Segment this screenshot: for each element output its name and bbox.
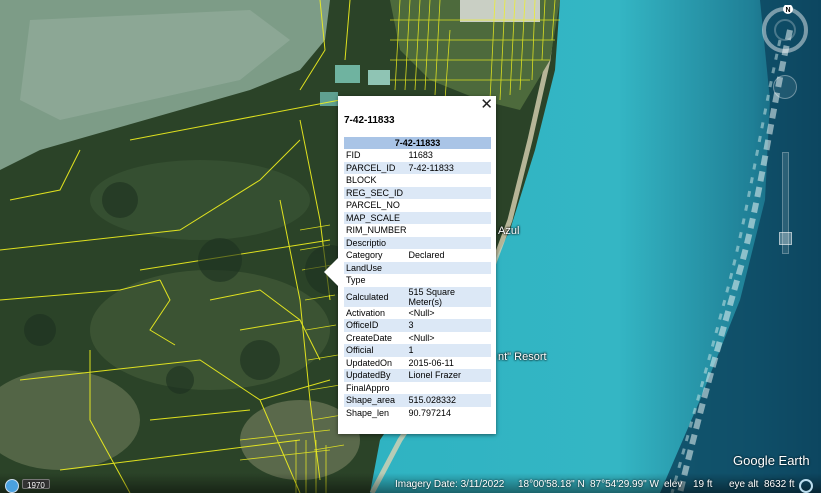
attr-key: Category bbox=[346, 250, 383, 261]
attr-value bbox=[407, 224, 491, 237]
attr-key: Activation bbox=[346, 307, 386, 318]
elevation-label: elev bbox=[664, 479, 683, 490]
feature-info-popup: ✕ 7-42-11833 7-42-11833 FID 11683 PARCEL_… bbox=[324, 96, 496, 434]
attr-value bbox=[406, 186, 491, 199]
attr-key: Descriptio bbox=[344, 236, 407, 249]
close-icon[interactable]: ✕ bbox=[480, 96, 493, 114]
attr-value: 7-42-11833 bbox=[406, 161, 491, 174]
attr-key: FinalAppro bbox=[346, 382, 390, 393]
historical-imagery-icon[interactable] bbox=[5, 479, 19, 493]
attribute-table-header: 7-42-11833 bbox=[344, 137, 491, 149]
zoom-slider-handle[interactable] bbox=[779, 232, 792, 245]
tour-indicator-icon[interactable] bbox=[799, 479, 813, 493]
longitude-readout: 87°54'29.99" W bbox=[590, 479, 659, 490]
elevation-value: 19 ft bbox=[693, 479, 713, 490]
status-bar: 1970 Imagery Date: 3/11/2022 18°00'58.18… bbox=[0, 473, 821, 493]
attr-value bbox=[407, 199, 491, 212]
compass-control[interactable]: N bbox=[760, 5, 810, 55]
attr-value: 11683 bbox=[408, 150, 433, 161]
eye-altitude-value: 8632 ft bbox=[764, 479, 795, 490]
look-joystick[interactable] bbox=[773, 75, 797, 99]
attr-value bbox=[407, 274, 491, 287]
attribute-table: 7-42-11833 FID 11683 PARCEL_ID 7-42-11833 … bbox=[344, 137, 491, 419]
place-label-azul: Azul bbox=[498, 225, 520, 237]
attr-value bbox=[406, 261, 491, 274]
attr-key: PARCEL_NO bbox=[346, 200, 400, 211]
attr-key: BLOCK bbox=[346, 175, 377, 186]
popup-pointer bbox=[324, 258, 338, 286]
attr-value: 515 Square Meter(s) bbox=[406, 286, 491, 307]
attr-key: UpdatedBy bbox=[344, 369, 407, 382]
latitude-readout: 18°00'58.18" N bbox=[518, 479, 585, 490]
attr-key: Official bbox=[344, 344, 407, 357]
attr-value: <Null> bbox=[408, 332, 435, 343]
attr-value bbox=[407, 174, 491, 187]
attr-value bbox=[407, 382, 491, 395]
attr-key: LandUse bbox=[344, 261, 407, 274]
attr-key: OfficeID bbox=[344, 319, 407, 332]
attr-value: Lionel Frazer bbox=[406, 369, 491, 382]
attr-key: FID bbox=[346, 150, 361, 161]
attr-value: 515.028332 bbox=[406, 394, 491, 407]
attr-key: Shape_len bbox=[346, 407, 390, 418]
attr-value: 1 bbox=[406, 344, 491, 357]
popup-title: 7-42-11833 bbox=[344, 115, 395, 126]
attr-key: Shape_area bbox=[344, 394, 407, 407]
attr-value: Declared bbox=[408, 250, 445, 261]
attr-value: <Null> bbox=[408, 307, 435, 318]
attr-value: 90.797214 bbox=[408, 407, 452, 418]
compass-north-label: N bbox=[785, 7, 790, 14]
attr-value bbox=[406, 236, 491, 249]
place-label-resort: nt" Resort bbox=[498, 351, 547, 363]
imagery-date: Imagery Date: 3/11/2022 bbox=[395, 479, 505, 490]
historical-year-badge[interactable]: 1970 bbox=[22, 479, 50, 490]
attr-value bbox=[406, 211, 491, 224]
attr-key: Calculated bbox=[344, 286, 407, 307]
attr-value: 2015-06-11 bbox=[408, 357, 454, 368]
attr-key: RIM_NUMBER bbox=[346, 225, 407, 236]
attr-key: Type bbox=[346, 275, 366, 286]
google-earth-logo: Google Earth bbox=[733, 453, 810, 468]
attr-key: PARCEL_ID bbox=[344, 161, 407, 174]
attr-key: REG_SEC_ID bbox=[344, 186, 407, 199]
attr-key: CreateDate bbox=[346, 332, 393, 343]
attr-key: MAP_SCALE bbox=[344, 211, 407, 224]
eye-altitude-label: eye alt bbox=[729, 479, 759, 490]
attr-key: UpdatedOn bbox=[346, 357, 393, 368]
attr-value: 3 bbox=[406, 319, 491, 332]
